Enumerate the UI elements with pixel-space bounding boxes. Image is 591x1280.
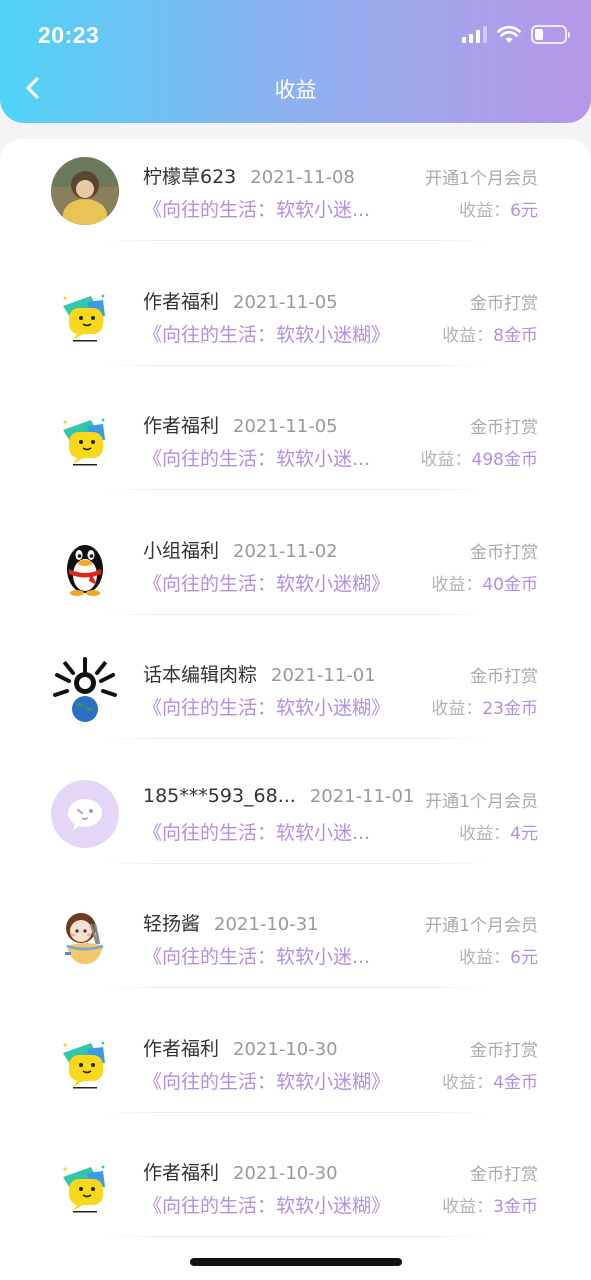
status-time: 20:23 bbox=[38, 22, 100, 48]
record-book-title[interactable]: 《向往的生活：软软小迷... bbox=[143, 195, 370, 222]
income-list: 柠檬草623 2021-11-08 开通1个月会员 《向往的生活：软软小迷... … bbox=[0, 139, 591, 1280]
income-label: 收益： bbox=[420, 450, 472, 470]
signal-icon bbox=[462, 26, 487, 43]
income-amount: 498金币 bbox=[471, 450, 538, 470]
record-user-name: 作者福利 2021-11-05 bbox=[143, 415, 338, 437]
divider bbox=[100, 738, 490, 739]
record-income: 收益：8金币 bbox=[442, 321, 538, 346]
record-user-name: 作者福利 2021-11-05 bbox=[143, 290, 338, 313]
record-type: 金币打赏 bbox=[470, 418, 538, 438]
income-record[interactable]: 话本编辑肉粽 2021-11-01 金币打赏 《向往的生活：软软小迷糊》 收益：2… bbox=[0, 637, 591, 762]
income-amount: 4金币 bbox=[493, 1072, 538, 1093]
record-type: 金币打赏 bbox=[470, 293, 538, 314]
income-label: 收益： bbox=[459, 201, 511, 221]
record-book-title[interactable]: 《向往的生活：软软小迷糊》 bbox=[143, 569, 390, 596]
divider bbox=[100, 364, 490, 366]
income-record[interactable]: 185***593_68... 2021-11-01 开通1个月会员 《向往的生活… bbox=[0, 762, 591, 887]
income-amount: 3金币 bbox=[493, 1197, 538, 1217]
divider bbox=[100, 240, 490, 241]
record-income: 收益：4元 bbox=[459, 819, 538, 844]
record-user-name: 柠檬草623 2021-11-08 bbox=[143, 166, 355, 188]
income-record[interactable]: 小组福利 2021-11-02 金币打赏 《向往的生活：软软小迷糊》 收益：40金… bbox=[0, 513, 591, 638]
divider bbox=[100, 862, 490, 864]
income-record[interactable]: 作者福利 2021-10-30 金币打赏 《向往的生活：软软小迷糊》 收益：4金币 bbox=[0, 1011, 591, 1136]
avatar[interactable] bbox=[51, 406, 119, 474]
divider bbox=[100, 1111, 490, 1113]
record-income: 收益：4金币 bbox=[442, 1068, 538, 1093]
income-label: 收益： bbox=[442, 1197, 494, 1217]
income-amount: 6元 bbox=[510, 948, 538, 968]
record-book-title[interactable]: 《向往的生活：软软小迷糊》 bbox=[143, 1191, 390, 1218]
record-user-name: 作者福利 2021-10-30 bbox=[143, 1162, 338, 1184]
record-type: 金币打赏 bbox=[470, 1040, 538, 1061]
avatar[interactable] bbox=[51, 655, 119, 723]
record-income: 收益：3金币 bbox=[442, 1192, 538, 1217]
record-type: 开通1个月会员 bbox=[425, 791, 538, 812]
avatar[interactable] bbox=[51, 779, 119, 848]
page-title: 收益 bbox=[274, 78, 317, 102]
battery-icon bbox=[531, 25, 570, 44]
record-income: 收益：498金币 bbox=[421, 445, 538, 470]
avatar[interactable] bbox=[51, 530, 119, 599]
record-type: 金币打赏 bbox=[470, 667, 538, 687]
record-date: 2021-11-01 bbox=[271, 665, 376, 686]
divider bbox=[100, 1236, 490, 1237]
record-type: 金币打赏 bbox=[470, 542, 538, 563]
status-icons bbox=[462, 25, 570, 44]
record-book-title[interactable]: 《向往的生活：软软小迷糊》 bbox=[143, 320, 390, 347]
record-date: 2021-11-05 bbox=[233, 291, 338, 313]
avatar[interactable] bbox=[51, 1153, 119, 1221]
divider bbox=[100, 489, 490, 490]
record-income: 收益：23金币 bbox=[431, 694, 538, 719]
income-label: 收益： bbox=[442, 1072, 494, 1093]
home-indicator bbox=[190, 1258, 402, 1266]
avatar[interactable] bbox=[51, 1028, 119, 1097]
income-amount: 40金币 bbox=[482, 574, 538, 595]
avatar[interactable] bbox=[51, 157, 119, 225]
divider bbox=[100, 987, 490, 988]
record-date: 2021-11-02 bbox=[233, 540, 338, 562]
income-amount: 23金币 bbox=[482, 699, 538, 719]
record-user-name: 作者福利 2021-10-30 bbox=[143, 1037, 338, 1060]
income-record[interactable]: 作者福利 2021-10-30 金币打赏 《向往的生活：软软小迷糊》 收益：3金币 bbox=[0, 1135, 591, 1260]
income-label: 收益： bbox=[442, 325, 494, 346]
income-amount: 8金币 bbox=[493, 325, 538, 346]
record-type: 金币打赏 bbox=[470, 1165, 538, 1185]
income-record[interactable]: 柠檬草623 2021-11-08 开通1个月会员 《向往的生活：软软小迷... … bbox=[0, 139, 591, 264]
record-income: 收益：40金币 bbox=[431, 570, 538, 595]
record-income: 收益：6元 bbox=[459, 196, 538, 221]
wifi-icon bbox=[497, 25, 521, 43]
record-book-title[interactable]: 《向往的生活：软软小迷糊》 bbox=[143, 693, 390, 720]
income-record[interactable]: 轻扬酱 2021-10-31 开通1个月会员 《向往的生活：软软小迷... 收益：… bbox=[0, 886, 591, 1011]
record-date: 2021-11-05 bbox=[233, 416, 338, 437]
income-label: 收益： bbox=[431, 574, 483, 595]
record-date: 2021-11-08 bbox=[250, 167, 355, 188]
record-book-title[interactable]: 《向往的生活：软软小迷... bbox=[143, 818, 370, 845]
income-label: 收益： bbox=[431, 699, 483, 719]
income-label: 收益： bbox=[459, 948, 511, 968]
income-record[interactable]: 作者福利 2021-11-05 金币打赏 《向往的生活：软软小迷... 收益：49… bbox=[0, 388, 591, 513]
record-book-title[interactable]: 《向往的生活：软软小迷... bbox=[143, 444, 370, 471]
income-amount: 4元 bbox=[510, 823, 538, 844]
record-user-name: 话本编辑肉粽 2021-11-01 bbox=[143, 664, 376, 686]
avatar[interactable] bbox=[51, 904, 119, 972]
income-record[interactable]: 作者福利 2021-11-05 金币打赏 《向往的生活：软软小迷糊》 收益：8金币 bbox=[0, 264, 591, 389]
record-type: 开通1个月会员 bbox=[425, 169, 538, 189]
record-date: 2021-10-30 bbox=[233, 1163, 338, 1184]
divider bbox=[100, 613, 490, 615]
header: 20:23 收益 bbox=[0, 0, 591, 123]
record-user-name: 185***593_68... 2021-11-01 bbox=[143, 784, 415, 807]
record-date: 2021-11-01 bbox=[309, 785, 415, 807]
record-user-name: 轻扬酱 2021-10-31 bbox=[143, 913, 319, 935]
income-amount: 6元 bbox=[510, 201, 538, 221]
record-user-name: 小组福利 2021-11-02 bbox=[143, 539, 338, 562]
record-income: 收益：6元 bbox=[459, 943, 538, 968]
record-book-title[interactable]: 《向往的生活：软软小迷糊》 bbox=[143, 1067, 390, 1094]
record-book-title[interactable]: 《向往的生活：软软小迷... bbox=[143, 942, 370, 969]
record-date: 2021-10-30 bbox=[233, 1038, 338, 1060]
record-date: 2021-10-31 bbox=[214, 914, 319, 935]
income-label: 收益： bbox=[459, 823, 511, 844]
record-type: 开通1个月会员 bbox=[425, 916, 538, 936]
avatar[interactable] bbox=[51, 281, 119, 350]
